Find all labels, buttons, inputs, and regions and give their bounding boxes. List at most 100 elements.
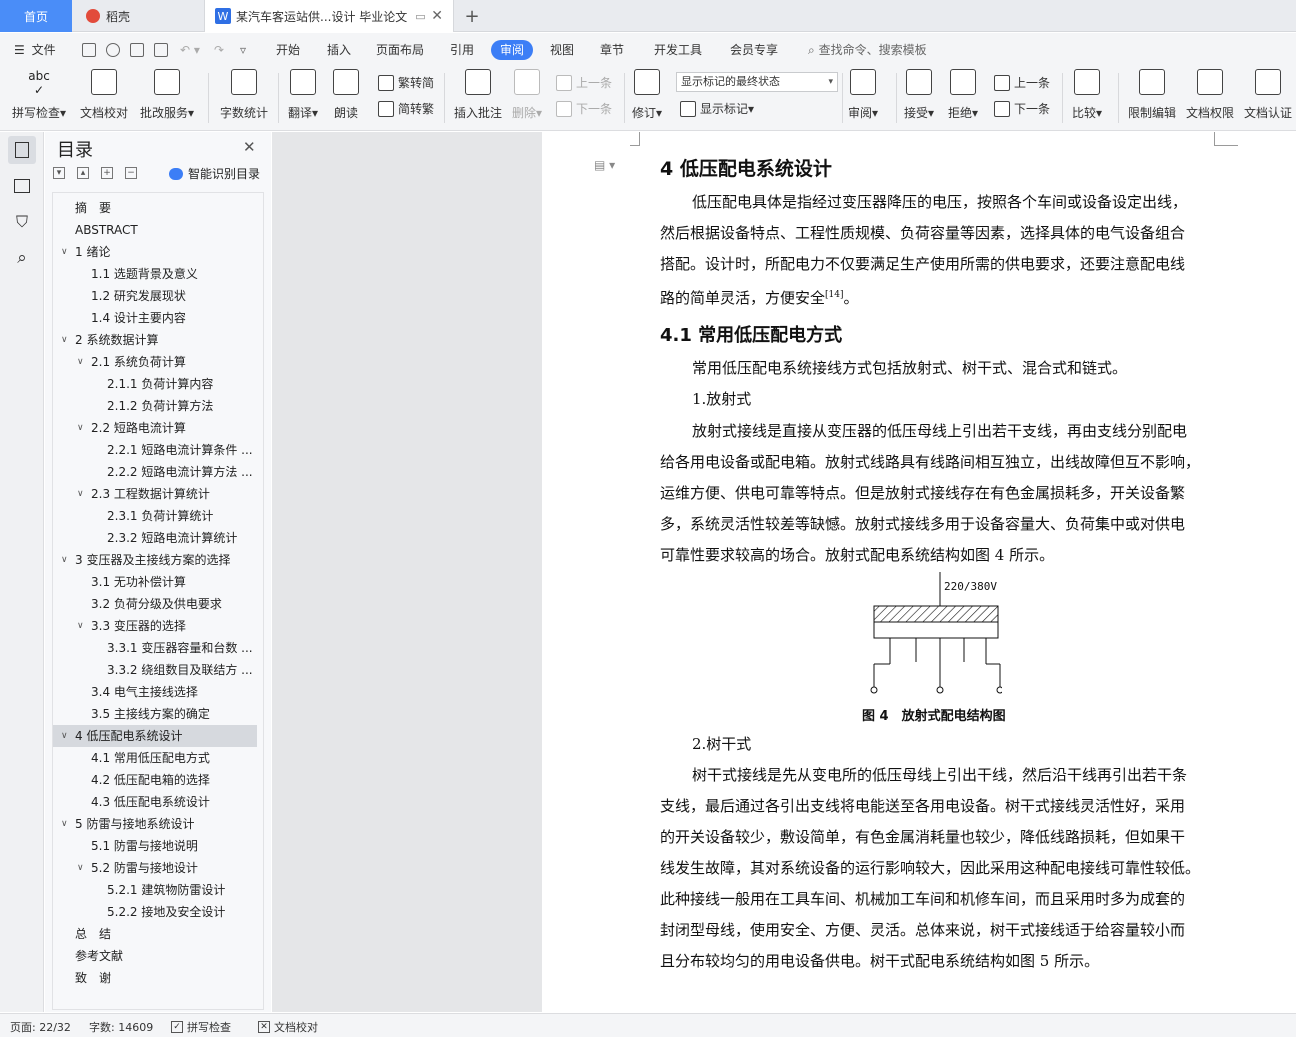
toc-item[interactable]: 2.2.1 短路电流计算条件 ...	[53, 439, 257, 461]
tab-home[interactable]: 首页	[0, 0, 72, 32]
toc-item[interactable]: 2.1.1 负荷计算内容	[53, 373, 257, 395]
trad-to-simp-button[interactable]: 繁转简	[378, 74, 434, 91]
document-page[interactable]: ▤ ▾ 4 低压配电系统设计 低压配电具体是指经过变压器降压的电压，按照各个车间…	[542, 132, 1296, 1012]
toc-item[interactable]: 2.2.2 短路电流计算方法 ...	[53, 461, 257, 483]
toc-item[interactable]: ∨ 3 变压器及主接线方案的选择	[53, 549, 257, 571]
redo-icon[interactable]: ↷	[214, 40, 224, 60]
toc-item[interactable]: 5.1 防雷与接地说明	[53, 835, 257, 857]
chevron-down-icon[interactable]: ∨	[77, 351, 87, 373]
print-icon[interactable]	[130, 43, 144, 57]
toc-item[interactable]: ∨ 4 低压配电系统设计	[53, 725, 257, 747]
toc-item[interactable]: 1.2 研究发展现状	[53, 285, 257, 307]
simp-to-trad-button[interactable]: 简转繁	[378, 100, 434, 117]
command-search[interactable]: ⌕ 查找命令、搜索模板	[808, 40, 927, 60]
toc-item[interactable]: ∨ 5 防雷与接地系统设计	[53, 813, 257, 835]
add-heading-icon[interactable]: +	[101, 167, 113, 179]
toc-item[interactable]: 3.1 无功补偿计算	[53, 571, 257, 593]
word-count-button[interactable]: 字数统计	[220, 69, 268, 121]
doc-check-button[interactable]: 文档校对	[80, 69, 128, 121]
print-preview-icon[interactable]	[154, 43, 168, 57]
chevron-down-icon[interactable]: ∨	[61, 813, 71, 835]
toc-item[interactable]: 5.2.2 接地及安全设计	[53, 901, 257, 923]
tab-document[interactable]: W 某汽车客运站供...设计 毕业论文 ▭ ✕	[204, 0, 454, 32]
chapter-panel-button[interactable]	[8, 172, 36, 200]
delete-comment-button[interactable]: 删除▾	[512, 69, 542, 121]
toc-item[interactable]: 2.3.2 短路电流计算统计	[53, 527, 257, 549]
toc-item[interactable]: ∨ 5.2 防雷与接地设计	[53, 857, 257, 879]
bookmark-panel-button[interactable]: ⛉	[8, 208, 36, 236]
remove-heading-icon[interactable]: −	[125, 167, 137, 179]
menu-start[interactable]: 开始	[276, 40, 300, 60]
find-panel-button[interactable]: ⌕	[8, 244, 36, 272]
spellcheck-status[interactable]: ✓ 拼写检查	[171, 1019, 231, 1035]
next-change-button[interactable]: 下一条	[994, 100, 1050, 117]
word-count-indicator[interactable]: 字数: 14609	[89, 1019, 153, 1035]
batch-service-button[interactable]: 批改服务▾	[140, 69, 194, 121]
restrict-edit-button[interactable]: 限制编辑	[1128, 69, 1176, 121]
toc-item[interactable]: 总 结	[53, 923, 257, 945]
menu-view[interactable]: 视图	[550, 40, 574, 60]
chevron-down-icon[interactable]: ∨	[77, 417, 87, 439]
chevron-down-icon[interactable]: ∨	[61, 725, 71, 747]
quick-access-more-icon[interactable]: ▿	[240, 40, 246, 60]
translate-button[interactable]: 翻译▾	[288, 69, 318, 121]
collapse-all-icon[interactable]: ▾	[53, 167, 65, 179]
menu-member[interactable]: 会员专享	[730, 40, 778, 60]
toc-item[interactable]: 1.4 设计主要内容	[53, 307, 257, 329]
doc-check-status[interactable]: ✕ 文档校对	[258, 1019, 318, 1035]
prev-comment-button[interactable]: 上一条	[556, 74, 612, 91]
show-markup-button[interactable]: 显示标记 ▾	[680, 100, 754, 117]
expand-all-icon[interactable]: ▴	[77, 167, 89, 179]
accept-button[interactable]: 接受▾	[904, 69, 934, 121]
doc-certify-button[interactable]: 文档认证	[1244, 69, 1292, 121]
close-icon[interactable]: ✕	[431, 8, 443, 24]
toc-item[interactable]: 3.5 主接线方案的确定	[53, 703, 257, 725]
menu-insert[interactable]: 插入	[327, 40, 351, 60]
toc-item[interactable]: 参考文献	[53, 945, 257, 967]
markup-status-dropdown[interactable]: 显示标记的最终状态 ▾	[676, 72, 838, 92]
toc-item[interactable]: ∨ 2.2 短路电流计算	[53, 417, 257, 439]
toc-item[interactable]: 3.4 电气主接线选择	[53, 681, 257, 703]
close-icon[interactable]: ✕	[243, 138, 256, 156]
toc-item[interactable]: 4.1 常用低压配电方式	[53, 747, 257, 769]
chevron-down-icon[interactable]: ∨	[77, 615, 87, 637]
toc-item[interactable]: ∨ 3.3 变压器的选择	[53, 615, 257, 637]
toc-panel-button[interactable]	[8, 136, 36, 164]
toc-item[interactable]: 3.3.1 变压器容量和台数 ...	[53, 637, 257, 659]
menu-chapter[interactable]: 章节	[600, 40, 624, 60]
toc-item[interactable]: ∨ 2.1 系统负荷计算	[53, 351, 257, 373]
toc-item[interactable]: 5.2.1 建筑物防雷设计	[53, 879, 257, 901]
chevron-down-icon[interactable]: ∨	[61, 329, 71, 351]
toc-item[interactable]: 1.1 选题背景及意义	[53, 263, 257, 285]
new-tab-button[interactable]: +	[458, 0, 486, 32]
compare-button[interactable]: 比较▾	[1072, 69, 1102, 121]
toc-item[interactable]: ∨ 2 系统数据计算	[53, 329, 257, 351]
doc-permission-button[interactable]: 文档权限	[1186, 69, 1234, 121]
chevron-down-icon[interactable]: ∨	[61, 549, 71, 571]
toc-item[interactable]: 4.3 低压配电系统设计	[53, 791, 257, 813]
prev-change-button[interactable]: 上一条	[994, 74, 1050, 91]
review-pane-button[interactable]: 审阅▾	[848, 69, 878, 121]
toc-item[interactable]: ∨ 2.3 工程数据计算统计	[53, 483, 257, 505]
chevron-down-icon[interactable]: ∨	[77, 483, 87, 505]
reject-button[interactable]: 拒绝▾	[948, 69, 978, 121]
next-comment-button[interactable]: 下一条	[556, 100, 612, 117]
smart-toc-button[interactable]: 智能识别目录	[169, 165, 260, 182]
menu-review[interactable]: 审阅	[491, 40, 534, 60]
menu-reference[interactable]: 引用	[450, 40, 474, 60]
insert-comment-button[interactable]: 插入批注	[454, 69, 502, 121]
menu-developer[interactable]: 开发工具	[654, 40, 702, 60]
toc-item[interactable]: 2.3.1 负荷计算统计	[53, 505, 257, 527]
tab-daoke[interactable]: 稻壳	[74, 0, 202, 32]
chevron-down-icon[interactable]: ∨	[77, 857, 87, 879]
toc-item[interactable]: 摘 要	[53, 197, 257, 219]
file-menu[interactable]: ☰ 文件	[14, 40, 56, 60]
track-changes-button[interactable]: 修订▾	[632, 69, 662, 121]
monitor-icon[interactable]: ▭	[415, 10, 425, 23]
share-icon[interactable]	[106, 43, 120, 57]
toc-item[interactable]: 3.2 负荷分级及供电要求	[53, 593, 257, 615]
toc-item[interactable]: ∨ 1 绪论	[53, 241, 257, 263]
undo-icon[interactable]: ↶ ▾	[180, 40, 200, 60]
toc-item[interactable]: 2.1.2 负荷计算方法	[53, 395, 257, 417]
save-icon[interactable]	[82, 43, 96, 57]
